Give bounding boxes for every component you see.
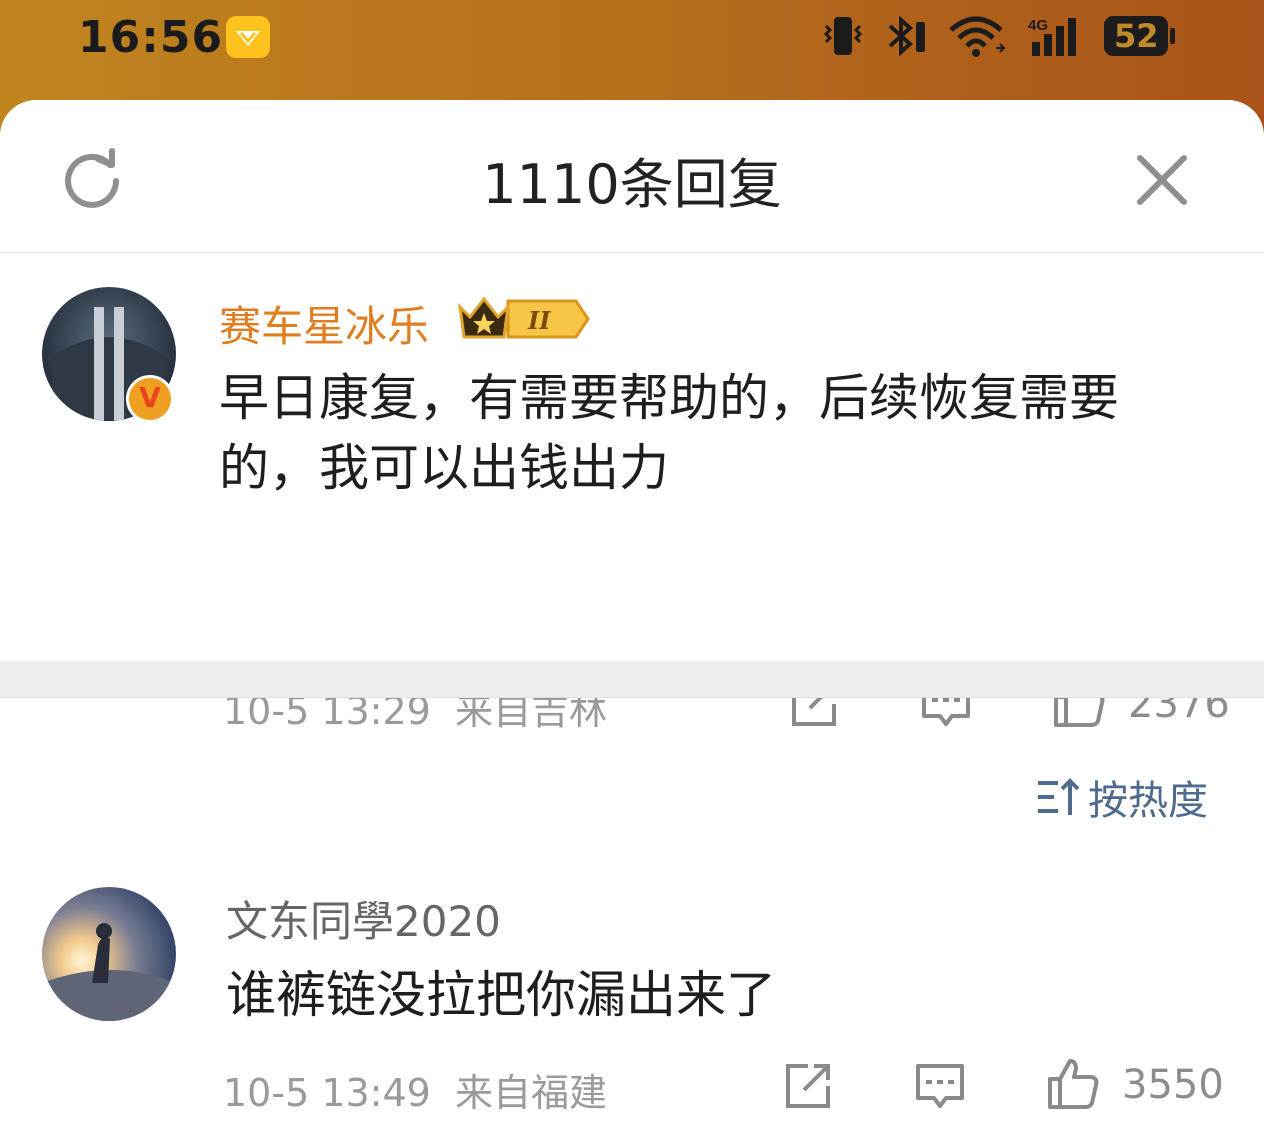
svg-text:II: II [527,306,551,335]
location: 来自福建 [454,1071,607,1115]
crown-rank-badge-icon: II [457,296,590,339]
sort-button[interactable]: 按热度 [1036,768,1208,826]
bluetooth-icon [888,15,925,57]
battery-icon: 52 [1104,16,1175,56]
comment-text: 早日康复，有需要帮助的，后续恢复需要的，我可以出钱出力 [219,369,1119,497]
main-comment: V 赛车星冰乐 II 早日康复，有需要帮助的，后续恢复需要的，我可以出钱出力 1… [0,253,1264,733]
wifi-icon [949,16,1006,57]
comment-meta: 10-5 13:49 来自福建 [223,1062,607,1117]
app-notification-icon [226,16,270,58]
username[interactable]: 文东同學2020 [226,888,501,949]
system-icons: 4G 52 [820,14,1175,58]
sort-label: 按热度 [1088,778,1208,824]
page-title: 1110条回复 [482,153,782,216]
share-icon[interactable] [780,1058,836,1114]
timestamp: 10-5 13:49 [223,1071,431,1115]
cellular-signal-icon: 4G [1028,17,1076,56]
status-bar: 16:56 4G 52 [0,0,1264,100]
like-icon[interactable] [1044,1055,1100,1111]
vibrate-icon [823,17,863,55]
avatar[interactable] [42,887,176,1021]
svg-text:4G: 4G [1028,17,1048,34]
replies-sheet: 1110条回复 V 赛车星冰乐 II 早日康复，有需要帮助的，后续恢复需要的，我… [0,100,1264,1139]
section-divider [0,661,1264,698]
sort-icon [1038,778,1080,815]
sheet-header: 1110条回复 [0,100,1264,253]
comment-icon[interactable] [912,1058,968,1114]
like-count: 3550 [1122,1062,1224,1108]
username[interactable]: 赛车星冰乐 [219,293,429,354]
close-icon[interactable] [1134,152,1190,208]
status-time: 16:56 [78,12,224,63]
comment-text: 谁裤链没拉把你漏出来了 [226,966,776,1024]
verified-badge-icon: V [126,375,174,423]
